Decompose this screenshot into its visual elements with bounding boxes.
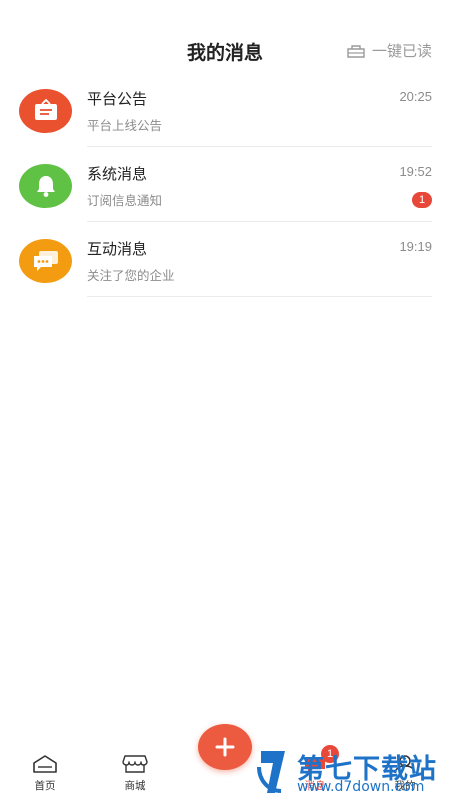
mark-all-read-label: 一键已读 xyxy=(371,43,432,60)
watermark-logo-icon xyxy=(257,751,285,793)
tab-label: 商城 xyxy=(124,780,146,792)
announcement-board-icon xyxy=(34,99,57,120)
system-avatar xyxy=(19,164,72,208)
message-item-system[interactable]: 系统消息 订阅信息通知 19:52 1 xyxy=(0,147,450,222)
add-button[interactable] xyxy=(198,724,252,770)
message-title: 系统消息 xyxy=(87,166,148,183)
message-list: 平台公告 平台上线公告 20:25 系统消息 订阅信息通知 19:52 1 互动… xyxy=(0,72,450,297)
bell-icon xyxy=(36,176,55,197)
watermark: 第七下载站 www.d7down.com xyxy=(255,745,445,800)
message-item-interaction[interactable]: 互动消息 关注了您的企业 19:19 xyxy=(0,222,450,297)
message-title: 互动消息 xyxy=(87,241,148,258)
message-subtitle: 关注了您的企业 xyxy=(87,269,175,283)
mark-all-read-button[interactable]: 一键已读 xyxy=(346,40,432,61)
home-icon xyxy=(33,755,57,773)
tab-home[interactable]: 首页 xyxy=(15,754,75,793)
message-title: 平台公告 xyxy=(87,91,148,108)
chat-bubble-icon xyxy=(33,251,58,271)
tab-label: 首页 xyxy=(34,780,56,792)
unread-badge: 1 xyxy=(412,192,432,208)
message-item-announcement[interactable]: 平台公告 平台上线公告 20:25 xyxy=(0,72,450,147)
message-subtitle: 平台上线公告 xyxy=(87,119,163,133)
message-time: 19:52 xyxy=(399,164,432,179)
message-subtitle: 订阅信息通知 xyxy=(87,194,163,208)
tab-store[interactable]: 商城 xyxy=(105,754,165,793)
watermark-url: www.d7down.com xyxy=(297,779,425,795)
broom-icon xyxy=(347,44,365,58)
message-time: 20:25 xyxy=(399,89,432,104)
interaction-avatar xyxy=(19,239,72,283)
announcement-avatar xyxy=(19,89,72,133)
message-time: 19:19 xyxy=(399,239,432,254)
plus-icon xyxy=(215,737,235,757)
store-icon xyxy=(122,755,148,773)
divider xyxy=(87,296,432,297)
header: 我的消息 一键已读 xyxy=(0,0,450,70)
